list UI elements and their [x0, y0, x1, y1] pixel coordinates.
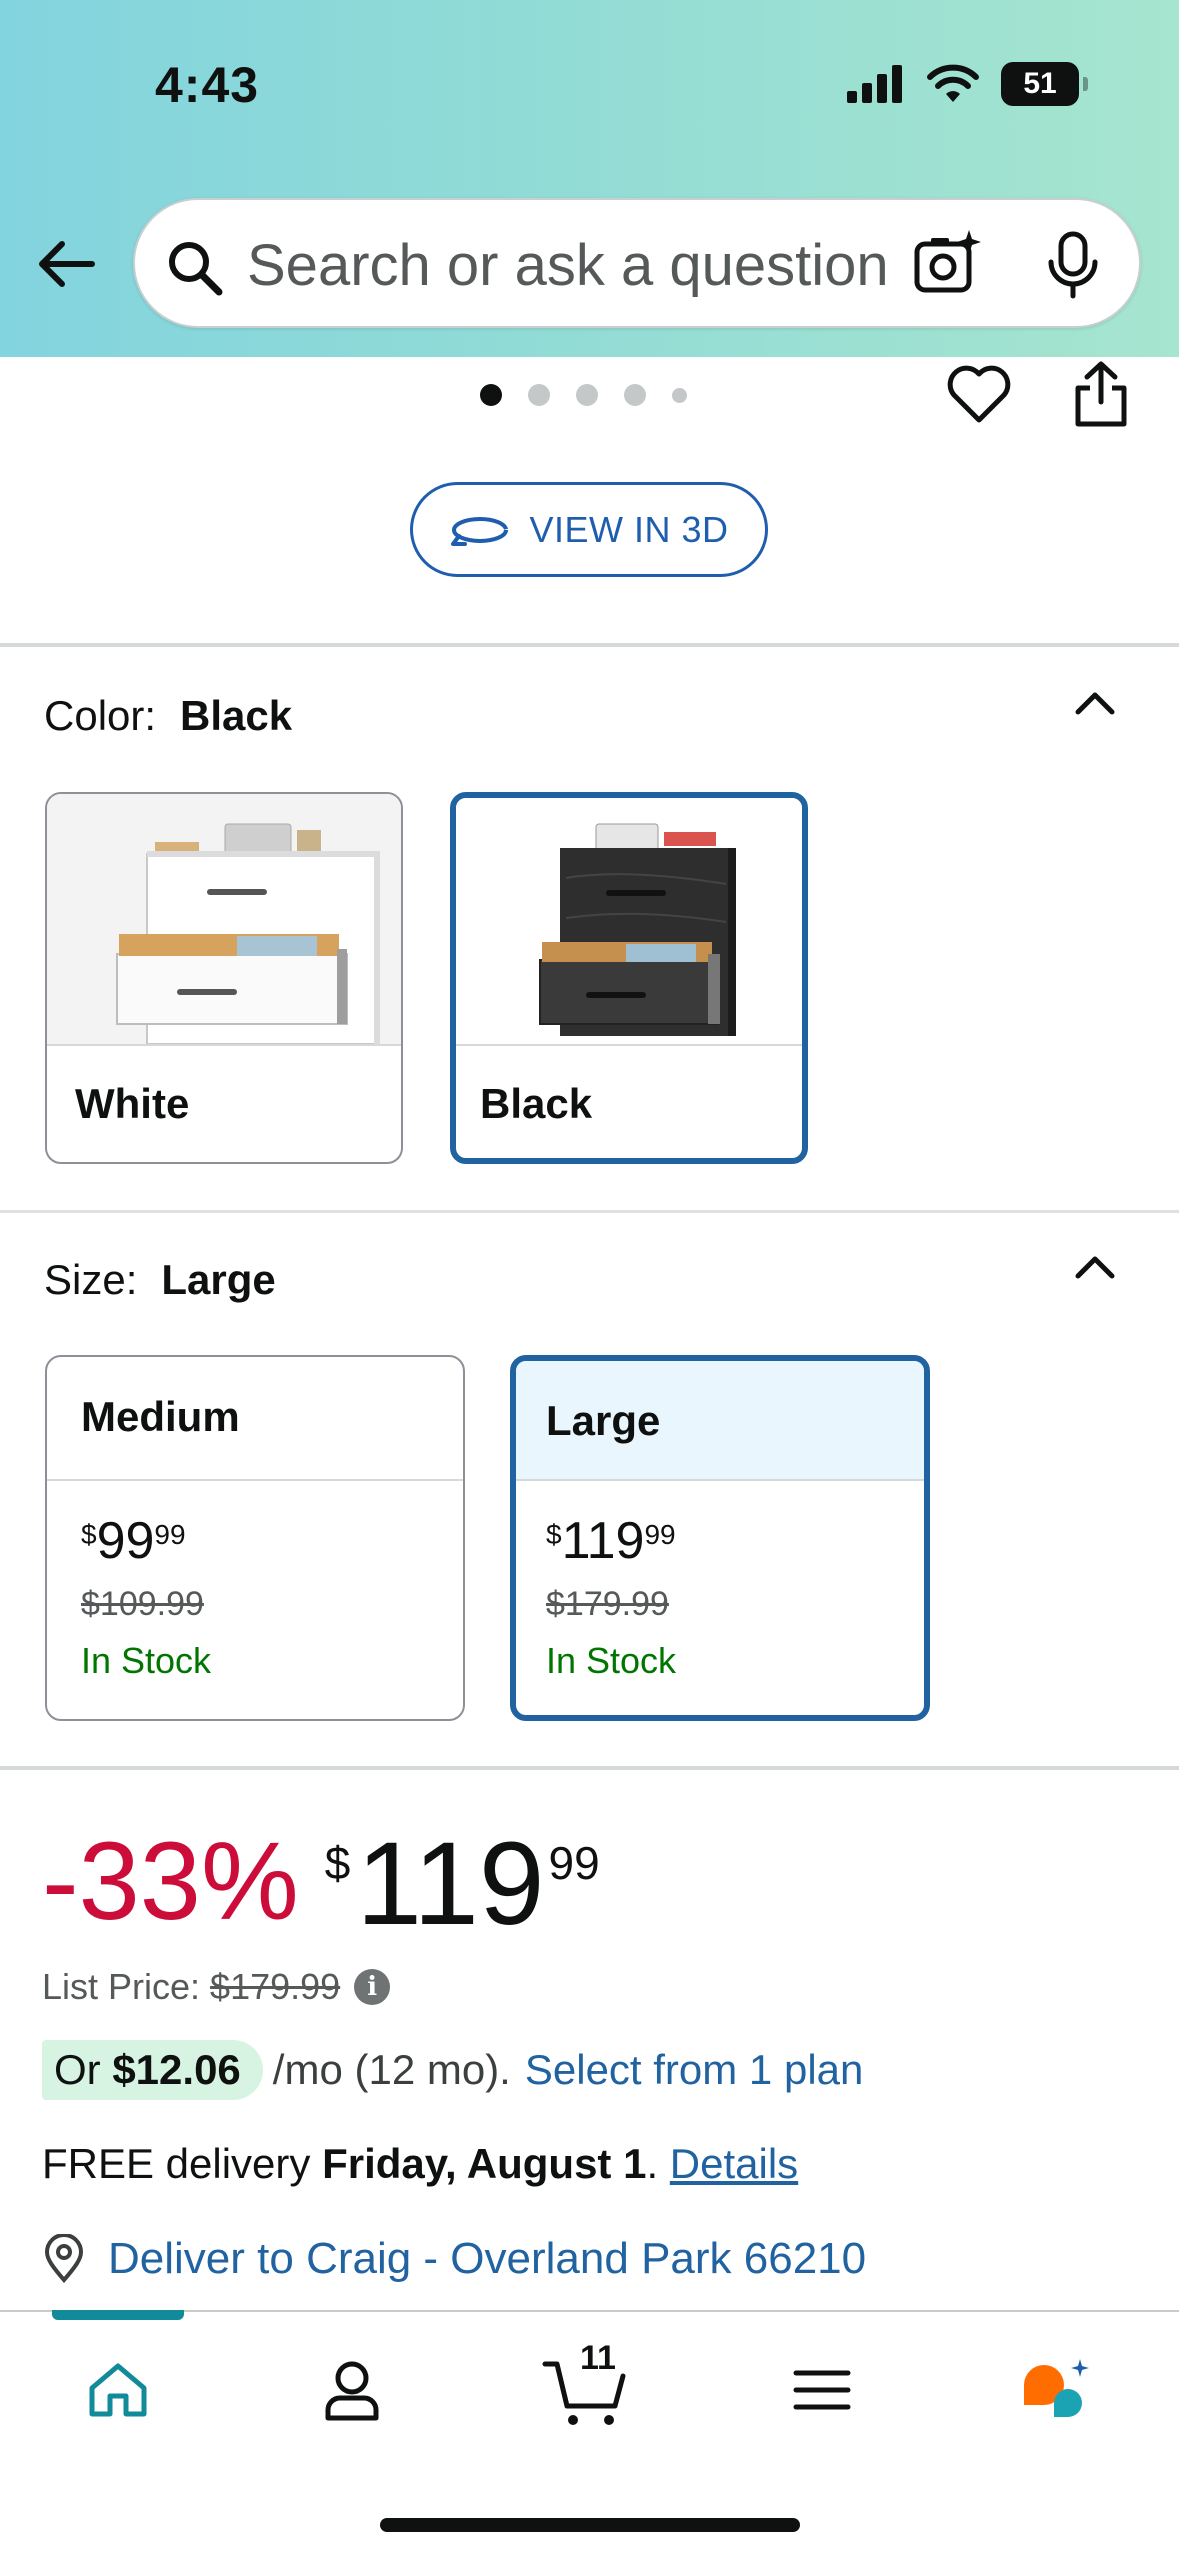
price-whole: 119 [561, 1512, 645, 1570]
list-price-label: List Price: [42, 1966, 201, 2007]
nav-menu[interactable] [772, 2345, 872, 2435]
size-option-medium[interactable]: Medium $ 99 99 $109.99 In Stock [45, 1355, 465, 1721]
deal-price: -33% $ 119 99 [42, 1818, 600, 1950]
status-icons: 51 [847, 62, 1088, 106]
list-price-row: List Price: $179.99 i [42, 1966, 391, 2008]
section-divider [0, 1210, 1179, 1213]
nav-account[interactable] [302, 2345, 402, 2435]
section-divider [0, 1766, 1179, 1770]
menu-icon [793, 2370, 851, 2410]
price-fraction: 99 [154, 1519, 186, 1550]
color-option-white[interactable]: White [45, 792, 403, 1164]
image-carousel-dots[interactable] [480, 384, 687, 406]
carousel-dot[interactable] [624, 384, 646, 406]
nav-cart[interactable]: 11 [536, 2339, 636, 2435]
microphone-icon[interactable] [1045, 230, 1101, 300]
header: 4:43 51 [0, 0, 1179, 357]
back-arrow-icon [39, 241, 95, 287]
installment-amount: $12.06 [112, 2046, 241, 2093]
color-option-label: Black [480, 1080, 593, 1127]
color-label: Color: [44, 692, 157, 739]
cart-count: 11 [580, 2339, 616, 2377]
size-option-label: Large [516, 1361, 924, 1481]
price-fraction: 99 [548, 1837, 600, 1889]
size-stock-status: In Stock [546, 1640, 677, 1681]
size-price: $ 99 99 [81, 1515, 463, 1567]
back-button[interactable] [34, 232, 98, 296]
selected-size: Large [161, 1256, 276, 1303]
info-icon[interactable]: i [354, 1969, 391, 2005]
price-whole: 119 [356, 1818, 545, 1950]
search-bar[interactable] [133, 198, 1141, 328]
status-time: 4:43 [155, 57, 260, 113]
selected-color: Black [180, 692, 293, 739]
size-stock-status: In Stock [81, 1640, 212, 1681]
color-label-row: Color: Black [44, 692, 292, 740]
list-price-value: $179.99 [210, 1966, 341, 2007]
chevron-up-icon[interactable] [1070, 678, 1120, 728]
price-currency: $ [81, 1519, 97, 1550]
section-divider [0, 643, 1179, 647]
rufus-icon [1024, 2359, 1089, 2417]
installment-term: /mo (12 mo). [272, 2046, 511, 2093]
wifi-icon [927, 64, 979, 102]
installment-row: Or $12.06 /mo (12 mo). Select from 1 pla… [42, 2040, 863, 2100]
size-old-price: $109.99 [81, 1585, 204, 1623]
view-in-3d-button[interactable]: VIEW IN 3D [410, 482, 768, 577]
account-icon [325, 2361, 379, 2421]
price-whole: 99 [96, 1512, 155, 1570]
size-option-label: Medium [47, 1357, 463, 1481]
rotate-3d-icon [451, 516, 509, 546]
price-fraction: 99 [644, 1519, 676, 1550]
size-old-price: $179.99 [546, 1585, 669, 1623]
battery-level: 51 [1023, 67, 1057, 100]
nav-rufus[interactable] [1008, 2345, 1108, 2435]
delivery-suffix: . [646, 2140, 659, 2187]
share-icon[interactable] [1070, 360, 1132, 430]
home-indicator [380, 2518, 800, 2532]
carousel-dot[interactable] [480, 384, 502, 406]
price-currency: $ [546, 1519, 562, 1550]
installment-or: Or [54, 2046, 101, 2093]
installment-badge: Or $12.06 [42, 2040, 263, 2100]
color-option-black[interactable]: Black [450, 792, 808, 1164]
search-input[interactable] [247, 225, 937, 305]
black-cabinet-image [456, 798, 802, 1046]
nav-home[interactable] [68, 2345, 168, 2435]
size-label-row: Size: Large [44, 1256, 276, 1304]
view-in-3d-label: VIEW IN 3D [529, 508, 729, 550]
size-label: Size: [44, 1256, 138, 1303]
signal-icon [847, 65, 902, 103]
location-pin-icon [44, 2234, 84, 2284]
search-icon [169, 242, 223, 296]
deliver-to-link[interactable]: Deliver to Craig - Overland Park 66210 [42, 2234, 866, 2284]
white-cabinet-picture [116, 823, 380, 1045]
chevron-up-icon[interactable] [1070, 1242, 1120, 1292]
home-icon [89, 2363, 147, 2417]
carousel-dot[interactable] [528, 384, 550, 406]
white-cabinet-image [47, 794, 401, 1046]
delivery-date: Friday, August 1 [322, 2140, 647, 2187]
delivery-info: FREE delivery Friday, August 1. Details [42, 2140, 798, 2188]
camera-lens-icon[interactable] [913, 228, 985, 300]
carousel-dot[interactable] [672, 387, 687, 403]
discount-percent: -33% [42, 1820, 299, 1943]
heart-icon[interactable] [946, 364, 1012, 424]
battery-icon: 51 [1001, 62, 1088, 106]
delivery-details-link[interactable]: Details [670, 2140, 798, 2187]
color-option-label: White [75, 1080, 190, 1127]
price-currency: $ [324, 1837, 351, 1889]
active-tab-indicator [52, 2310, 184, 2320]
select-plan-link[interactable]: Select from 1 plan [525, 2046, 864, 2094]
delivery-prefix: FREE delivery [42, 2140, 311, 2187]
size-price: $ 119 99 [546, 1515, 924, 1567]
black-cabinet-picture [539, 823, 736, 1036]
size-option-large[interactable]: Large $ 119 99 $179.99 In Stock [510, 1355, 930, 1721]
deliver-to-text: Deliver to Craig - Overland Park 66210 [108, 2234, 867, 2283]
carousel-dot[interactable] [576, 384, 598, 406]
